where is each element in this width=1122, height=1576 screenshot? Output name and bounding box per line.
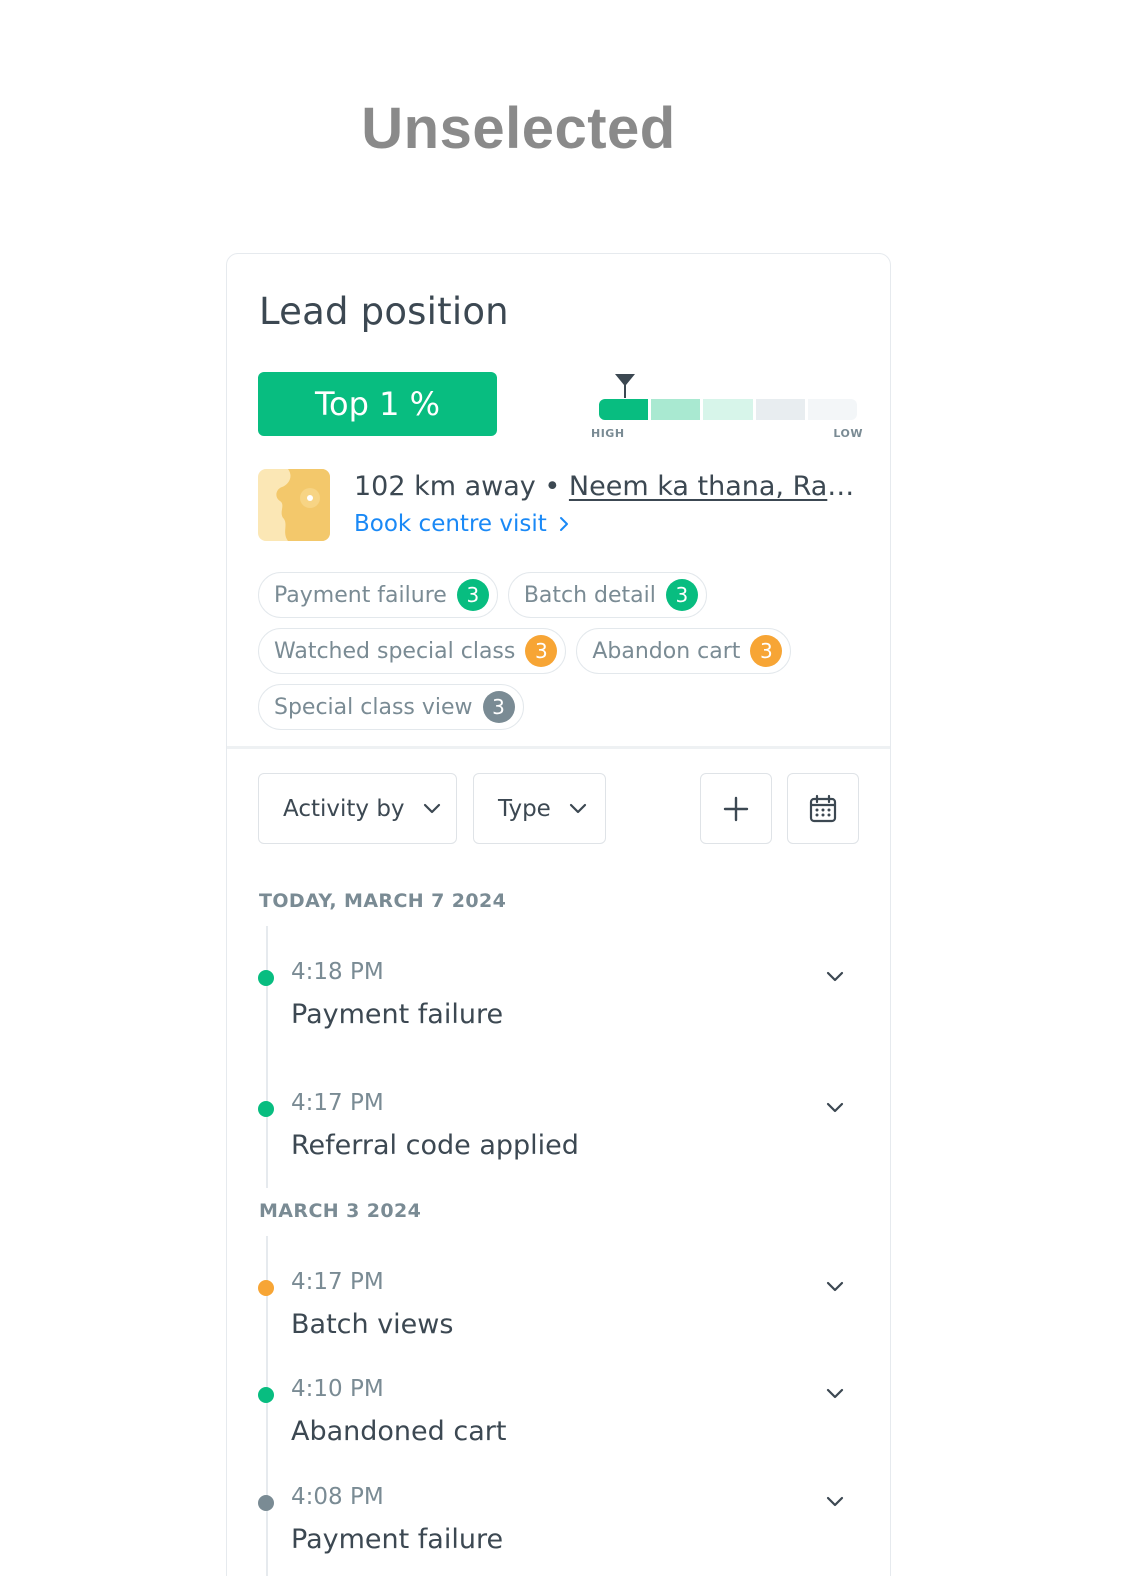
chevron-down-icon[interactable] [824, 1275, 846, 1297]
tag-label: Batch detail [523, 582, 656, 608]
timeline-event[interactable]: 4:17 PM Batch views [258, 1269, 858, 1359]
calendar-button[interactable] [787, 773, 859, 844]
calendar-icon [809, 794, 837, 822]
activity-tag[interactable]: Payment failure 3 [258, 572, 498, 618]
tag-count-badge: 3 [482, 691, 515, 723]
plus-icon [723, 796, 749, 821]
tag-label: Payment failure [274, 582, 447, 608]
chevron-down-icon[interactable] [824, 965, 846, 987]
page-heading: Unselected [361, 96, 676, 161]
chevron-down-icon[interactable] [824, 1096, 846, 1118]
rank-badge: Top 1 % [258, 372, 497, 436]
tag-label: Special class view [274, 694, 473, 720]
meter-bar [599, 399, 858, 420]
activity-tag[interactable]: Watched special class 3 [258, 628, 567, 674]
meter-segment [599, 399, 649, 420]
lead-position-card: Lead position Top 1 % HIGH LOW 102 km aw… [226, 253, 891, 1576]
tag-row: Special class view 3 [258, 684, 858, 730]
activity-tag[interactable]: Batch detail 3 [507, 572, 707, 618]
meter-segment [807, 399, 858, 420]
type-label: Type [498, 795, 551, 822]
activity-tag[interactable]: Special class view 3 [258, 684, 524, 730]
tag-label: Watched special class [274, 638, 516, 664]
chevron-down-icon [423, 803, 440, 813]
event-title: Batch views [291, 1309, 454, 1340]
timeline-date-header: MARCH 3 2024 [259, 1200, 422, 1222]
timeline-event[interactable]: 4:17 PM Referral code applied [258, 1090, 858, 1180]
section-divider [227, 746, 890, 749]
distance-text: 102 km away [354, 471, 536, 502]
type-dropdown[interactable]: Type [473, 773, 606, 844]
location-line: 102 km away • Neem ka thana, Rajasthan [354, 471, 858, 502]
meter-high-label: HIGH [591, 427, 625, 440]
meter-segment [755, 399, 805, 420]
chevron-down-icon [569, 803, 586, 813]
event-status-dot [258, 970, 274, 986]
activity-by-label: Activity by [283, 795, 405, 822]
activity-tag[interactable]: Abandon cart 3 [576, 628, 792, 674]
meter-pointer-icon [615, 374, 635, 398]
book-centre-visit-label: Book centre visit [354, 511, 547, 537]
event-time: 4:17 PM [291, 1269, 384, 1295]
event-time: 4:10 PM [291, 1376, 384, 1402]
event-status-dot [258, 1101, 274, 1117]
timeline-event[interactable]: 4:10 PM Abandoned cart [258, 1376, 858, 1466]
event-title: Abandoned cart [291, 1416, 507, 1447]
chevron-right-icon [559, 517, 568, 531]
meter-low-label: LOW [833, 427, 863, 440]
meter-segment [703, 399, 753, 420]
book-centre-visit-link[interactable]: Book centre visit [354, 511, 569, 537]
tag-row: Watched special class 3 Abandon cart 3 [258, 628, 858, 674]
tag-list: Payment failure 3 Batch detail 3 Watched spe… [258, 572, 858, 740]
tag-count-badge: 3 [456, 579, 489, 611]
timeline-date-header: TODAY, MARCH 7 2024 [259, 890, 507, 912]
tag-count-badge: 3 [750, 635, 783, 667]
timeline-event[interactable]: 4:08 PM Payment failure [258, 1484, 858, 1574]
event-status-dot [258, 1495, 274, 1511]
card-title: Lead position [259, 290, 509, 333]
event-title: Payment failure [291, 1524, 504, 1555]
event-status-dot [258, 1387, 274, 1403]
map-icon [258, 469, 330, 541]
tag-label: Abandon cart [592, 638, 741, 664]
chevron-down-icon[interactable] [824, 1382, 846, 1404]
event-status-dot [258, 1280, 274, 1296]
tag-count-badge: 3 [665, 579, 698, 611]
event-title: Payment failure [291, 999, 504, 1030]
separator-dot: • [544, 471, 561, 502]
tag-count-badge: 3 [525, 635, 558, 667]
rank-meter: HIGH LOW [589, 372, 869, 447]
event-time: 4:08 PM [291, 1484, 384, 1510]
city-link[interactable]: Neem ka thana, Rajasthan [569, 471, 858, 502]
tag-row: Payment failure 3 Batch detail 3 [258, 572, 858, 618]
meter-segment [651, 399, 701, 420]
chevron-down-icon[interactable] [824, 1490, 846, 1512]
event-time: 4:18 PM [291, 959, 384, 985]
event-time: 4:17 PM [291, 1090, 384, 1116]
timeline-event[interactable]: 4:18 PM Payment failure [258, 959, 858, 1049]
add-activity-button[interactable] [700, 773, 772, 844]
activity-by-dropdown[interactable]: Activity by [258, 773, 457, 844]
location-block: 102 km away • Neem ka thana, Rajasthan B… [258, 469, 858, 543]
event-title: Referral code applied [291, 1130, 579, 1161]
